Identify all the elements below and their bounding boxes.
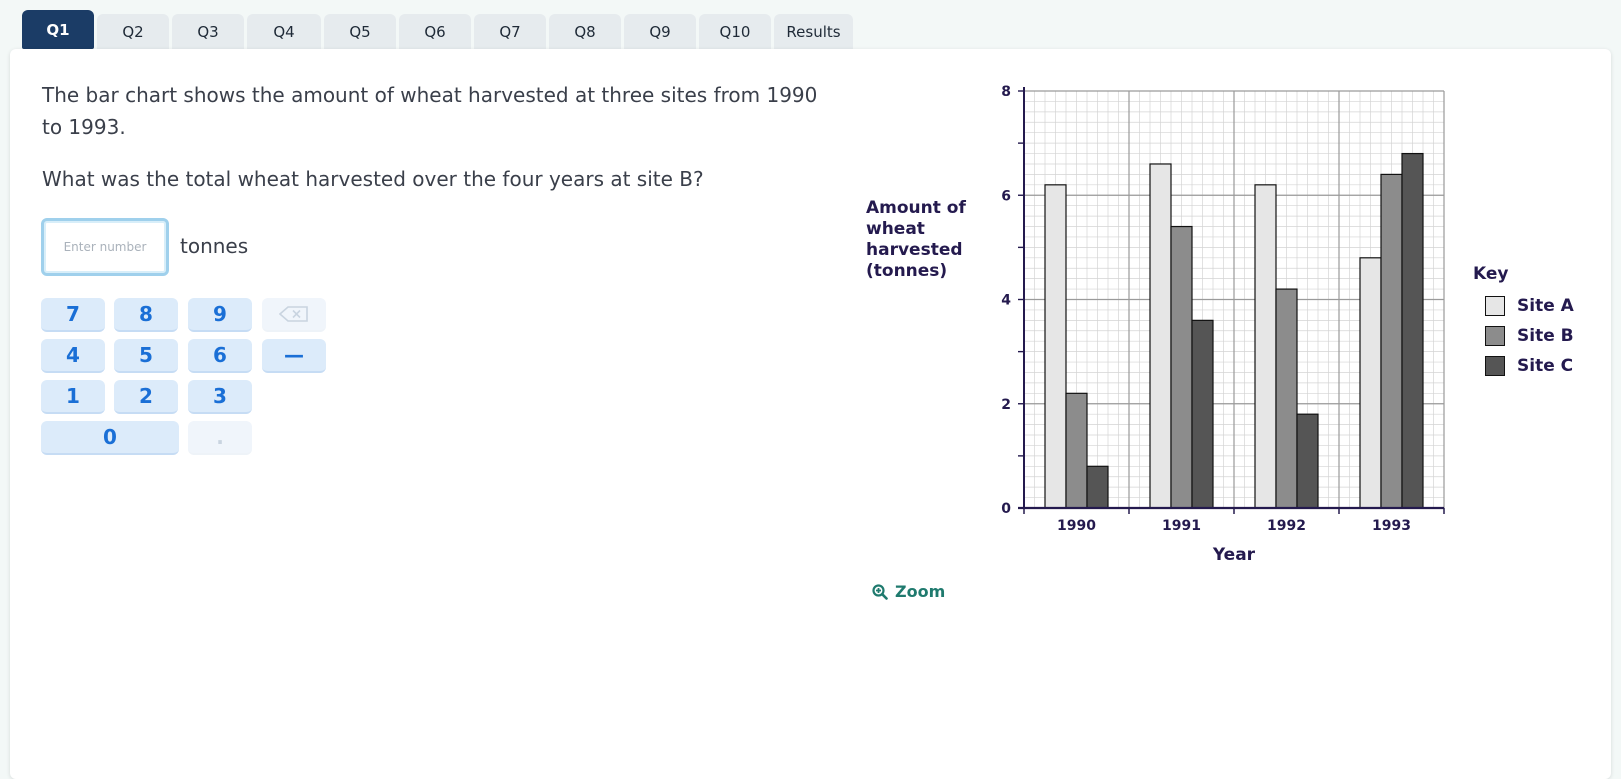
tab-q5[interactable]: Q5 [324,14,396,49]
bar-chart-svg: 1990 1991 1992 1993 0 2 4 6 8 Year [1001,84,1445,565]
x-tick-label: 1993 [1372,518,1411,534]
key-7[interactable]: 7 [41,298,105,332]
backspace-key[interactable] [262,298,326,332]
tab-q6[interactable]: Q6 [399,14,471,49]
y-tick-label: 4 [1001,293,1011,309]
key-1[interactable]: 1 [41,380,105,414]
question-intro: The bar chart shows the amount of wheat … [42,83,818,139]
question-prompt: What was the total wheat harvested over … [42,167,704,191]
key-4[interactable]: 4 [41,339,105,373]
legend-item: Site A [1485,295,1574,317]
x-tick-label: 1992 [1267,518,1306,534]
bar-chart: 1990 1991 1992 1993 0 2 4 6 8 Year [860,80,1460,584]
legend-item: Site C [1485,355,1573,377]
bar-site-c-1992 [1296,413,1319,509]
key-9[interactable]: 9 [188,298,252,332]
bar-site-b-1991 [1170,225,1193,509]
question-tabs: Q1 Q2 Q3 Q4 Q5 Q6 Q7 Q8 Q9 Q10 Results [22,10,856,57]
legend-item: Site B [1485,325,1574,347]
bar-site-c-1993 [1401,152,1424,509]
legend-label: Site C [1517,356,1574,376]
zoom-button[interactable]: Zoom [872,582,945,601]
tab-q9[interactable]: Q9 [624,14,696,49]
bar-site-b-1990 [1065,392,1088,509]
y-tick-label: 6 [1001,188,1011,204]
legend-swatch [1485,296,1505,316]
minus-key[interactable]: — [262,339,326,373]
x-tick-label: 1991 [1162,518,1201,534]
tab-q10[interactable]: Q10 [699,14,771,49]
y-tick-label: 2 [1001,397,1011,413]
legend-label: Site A [1517,296,1574,316]
question-text: The bar chart shows the amount of wheat … [42,79,822,215]
key-6[interactable]: 6 [188,339,252,373]
answer-input[interactable] [41,218,169,276]
key-8[interactable]: 8 [114,298,178,332]
tab-q7[interactable]: Q7 [474,14,546,49]
tab-q4[interactable]: Q4 [247,14,321,49]
y-tick-label: 8 [1001,84,1011,100]
tab-q8[interactable]: Q8 [549,14,621,49]
legend-title: Key [1473,264,1509,284]
y-tick-label: 0 [1001,501,1011,517]
bar-site-a-1993 [1359,257,1382,509]
bar-site-a-1992 [1254,184,1277,509]
bar-site-c-1990 [1086,465,1109,509]
bar-site-b-1993 [1380,173,1403,509]
tab-q2[interactable]: Q2 [97,14,169,49]
key-3[interactable]: 3 [188,380,252,414]
backspace-icon [279,306,308,322]
key-5[interactable]: 5 [114,339,178,373]
decimal-key[interactable]: . [188,421,252,455]
legend-swatch [1485,326,1505,346]
x-axis-label: Year [1212,545,1256,565]
zoom-label: Zoom [895,582,946,601]
zoom-in-icon [872,583,888,600]
x-tick-label: 1990 [1057,518,1096,534]
bar-site-a-1991 [1149,163,1172,509]
tab-results[interactable]: Results [774,14,853,49]
bar-site-a-1990 [1044,184,1067,509]
answer-unit: tonnes [180,234,249,258]
bar-site-c-1991 [1191,319,1214,509]
tab-q3[interactable]: Q3 [172,14,244,49]
legend-swatch [1485,356,1505,376]
bar-site-b-1992 [1275,288,1298,509]
key-0[interactable]: 0 [41,421,179,455]
key-2[interactable]: 2 [114,380,178,414]
tab-q1[interactable]: Q1 [22,10,94,57]
legend-label: Site B [1517,326,1574,346]
